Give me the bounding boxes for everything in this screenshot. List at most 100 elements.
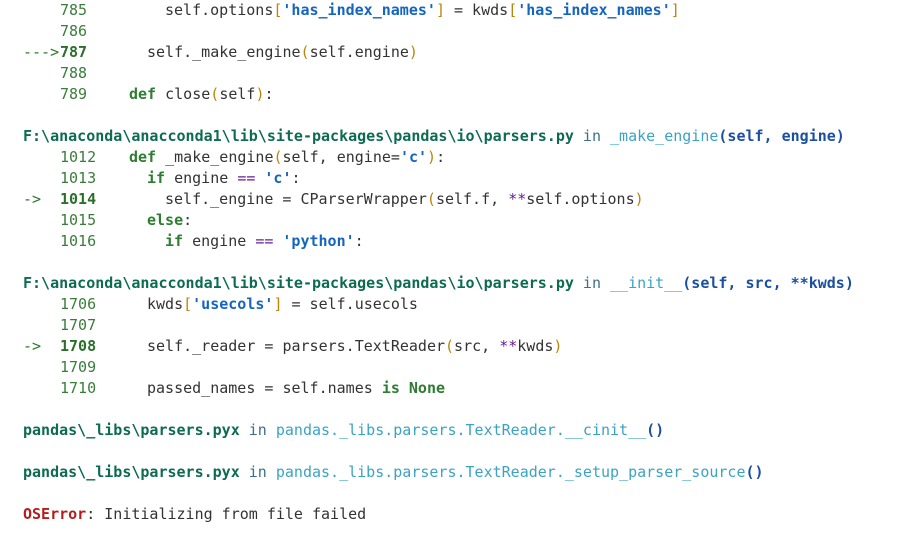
code-token: self.f, <box>435 190 509 208</box>
code-line: 1706 kwds['usecols'] = self.usecols <box>0 294 901 315</box>
code-token: ( <box>445 337 455 355</box>
code-text: def close(self): <box>129 84 274 105</box>
frame-header: F:\anaconda\anacconda1\lib\site-packages… <box>23 126 845 147</box>
code-token: [ <box>508 1 518 19</box>
code-token: None <box>408 379 446 397</box>
code-text: kwds['usecols'] = self.usecols <box>147 294 418 315</box>
code-token: def <box>129 85 157 103</box>
code-token: ** <box>508 190 527 208</box>
code-token: == <box>237 169 256 187</box>
code-token: close <box>156 85 211 103</box>
code-token: ( <box>300 43 310 61</box>
current-line-arrow: -> <box>23 190 42 208</box>
code-text: if engine == 'python': <box>165 231 364 252</box>
traceback-output: 785 self.options['has_index_names'] = kwd… <box>0 0 901 536</box>
line-number: 789 <box>60 85 88 103</box>
line-number: 1015 <box>60 211 97 229</box>
code-text: def _make_engine(self, engine='c'): <box>129 147 445 168</box>
line-number: 1710 <box>60 379 97 397</box>
code-token: kwds <box>517 337 554 355</box>
error-separator: : <box>86 505 105 523</box>
line-number: 1016 <box>60 232 97 250</box>
code-token: src, <box>454 337 500 355</box>
code-token: 'c' <box>399 148 428 166</box>
function-signature: () <box>745 463 764 481</box>
code-token: kwds <box>147 295 184 313</box>
function-signature: (self, src, **kwds) <box>682 274 854 292</box>
code-token: self.options <box>165 1 274 19</box>
line-number: 787 <box>60 43 88 61</box>
code-token: is <box>381 379 400 397</box>
line-number: 785 <box>60 1 88 19</box>
file-path: F:\anaconda\anacconda1\lib\site-packages… <box>23 127 574 145</box>
code-line: 789 def close(self): <box>0 84 901 105</box>
code-token: ** <box>499 337 518 355</box>
error-line: OSError: Initializing from file failed <box>23 504 366 525</box>
code-line: 1707 <box>0 315 901 336</box>
code-text: self.options['has_index_names'] = kwds['… <box>165 0 680 21</box>
current-line-arrow: -> <box>23 337 42 355</box>
function-name: pandas._libs.parsers.TextReader.__cinit_… <box>275 421 647 439</box>
frame-header: pandas\_libs\parsers.pyx in pandas._libs… <box>23 462 764 483</box>
code-text: if engine == 'c': <box>147 168 301 189</box>
in-keyword: in <box>573 274 611 292</box>
file-path: pandas\_libs\parsers.pyx <box>23 463 240 481</box>
code-line: 1012 def _make_engine(self, engine='c'): <box>0 147 901 168</box>
code-token: ( <box>210 85 220 103</box>
file-path: pandas\_libs\parsers.pyx <box>23 421 240 439</box>
code-token: : <box>183 211 193 229</box>
code-token: : <box>291 169 301 187</box>
code-token: : <box>264 85 274 103</box>
code-line: -> 1014 self._engine = CParserWrapper(self… <box>0 189 901 210</box>
line-number: 1707 <box>60 316 97 334</box>
function-signature: () <box>646 421 665 439</box>
code-text: self._engine = CParserWrapper(self.f, **… <box>165 189 644 210</box>
code-line: 788 <box>0 63 901 84</box>
code-token: ) <box>553 337 563 355</box>
in-keyword: in <box>573 127 611 145</box>
code-token: ( <box>426 190 436 208</box>
line-number: 1013 <box>60 169 97 187</box>
line-number: 1014 <box>60 190 97 208</box>
function-signature: (self, engine) <box>718 127 845 145</box>
code-line: 1016 if engine == 'python': <box>0 231 901 252</box>
code-token: ( <box>273 148 283 166</box>
code-token: == <box>255 232 274 250</box>
code-token: self, engine= <box>282 148 400 166</box>
code-line: -> 1708 self._reader = parsers.TextReader(… <box>0 336 901 357</box>
code-token: 'c' <box>264 169 292 187</box>
error-type: OSError <box>23 505 87 523</box>
frame-header: pandas\_libs\parsers.pyx in pandas._libs… <box>23 420 664 441</box>
frame-header: F:\anaconda\anacconda1\lib\site-packages… <box>23 273 854 294</box>
code-token: def <box>129 148 157 166</box>
code-text: passed_names = self.names is None <box>147 378 445 399</box>
code-token: ] <box>435 1 445 19</box>
code-token: : <box>436 148 446 166</box>
code-token: ) <box>427 148 437 166</box>
line-number: 1012 <box>60 148 97 166</box>
code-token: [ <box>183 295 193 313</box>
code-token: = kwds <box>444 1 509 19</box>
code-line: 1709 <box>0 357 901 378</box>
code-token: self.options <box>526 190 635 208</box>
function-name: __init__ <box>610 274 683 292</box>
code-line: 785 self.options ['has_index_names'] = kwd… <box>0 0 901 21</box>
code-token: self._reader = parsers.TextReader <box>147 337 446 355</box>
code-token: 'has_index_names' <box>517 1 671 19</box>
code-token: if <box>165 232 184 250</box>
code-token: : <box>354 232 364 250</box>
line-number: 1709 <box>60 358 97 376</box>
code-token: self._make_engine <box>147 43 301 61</box>
error-message: Initializing from file failed <box>104 505 367 523</box>
code-token: self.engine <box>309 43 409 61</box>
in-keyword: in <box>239 463 276 481</box>
code-text: self._reader = parsers.TextReader(src, *… <box>147 336 562 357</box>
line-number: 788 <box>60 64 88 82</box>
code-token: engine <box>165 169 238 187</box>
code-token: ] <box>670 1 680 19</box>
code-line: 786 <box>0 21 901 42</box>
line-number: 1708 <box>60 337 97 355</box>
function-name: pandas._libs.parsers.TextReader._setup_p… <box>275 463 746 481</box>
code-token: ) <box>408 43 418 61</box>
